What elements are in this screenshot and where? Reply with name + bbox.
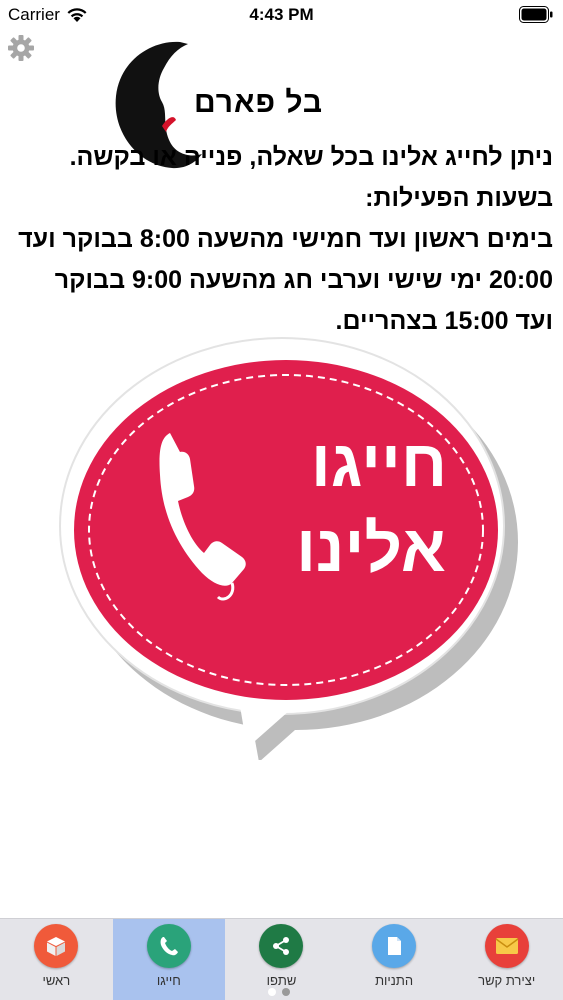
tab-terms[interactable]: התניות — [338, 919, 451, 1000]
tab-label: התניות — [375, 973, 414, 988]
tab-label: שתפו — [266, 973, 297, 988]
tab-label: יצירת קשר — [478, 973, 536, 988]
gear-icon[interactable] — [7, 34, 35, 62]
status-bar: Carrier 4:43 PM — [0, 0, 563, 30]
phone-handset-icon — [159, 433, 246, 601]
info-line: בשעות הפעילות: — [365, 184, 553, 212]
phone-icon — [146, 924, 191, 968]
share-icon — [259, 924, 304, 968]
page-dot — [282, 988, 290, 996]
tab-contact[interactable]: יצירת קשר — [450, 919, 563, 1000]
tab-label: ראשי — [42, 973, 71, 988]
home-cube-icon — [34, 924, 79, 968]
info-line: בימים ראשון ועד חמישי מהשעה 8:00 בבוקר ו… — [18, 225, 553, 253]
envelope-icon — [484, 924, 529, 968]
info-line: ניתן לחייג אלינו בכל שאלה, פנייה או בקשה… — [69, 143, 553, 171]
logo-text: בל פארם — [194, 86, 324, 119]
contact-info: ניתן לחייג אלינו בכל שאלה, פנייה או בקשה… — [8, 137, 553, 342]
document-icon — [372, 924, 417, 968]
call-line-1: חייגו — [310, 426, 448, 500]
battery-icon — [519, 6, 553, 23]
status-time: 4:43 PM — [249, 5, 314, 24]
call-line-2: אלינו — [296, 511, 446, 585]
tab-label: חייגו — [156, 973, 181, 988]
tab-call[interactable]: חייגו — [112, 919, 226, 1000]
page-indicator[interactable] — [268, 988, 290, 996]
info-line: 20:00 ימי שישי וערבי חג מהשעה 9:00 בבוקר — [54, 266, 553, 294]
call-us-button[interactable]: חייגו אלינו — [44, 330, 524, 760]
tab-home[interactable]: ראשי — [0, 919, 113, 1000]
page-dot-active — [268, 988, 276, 996]
